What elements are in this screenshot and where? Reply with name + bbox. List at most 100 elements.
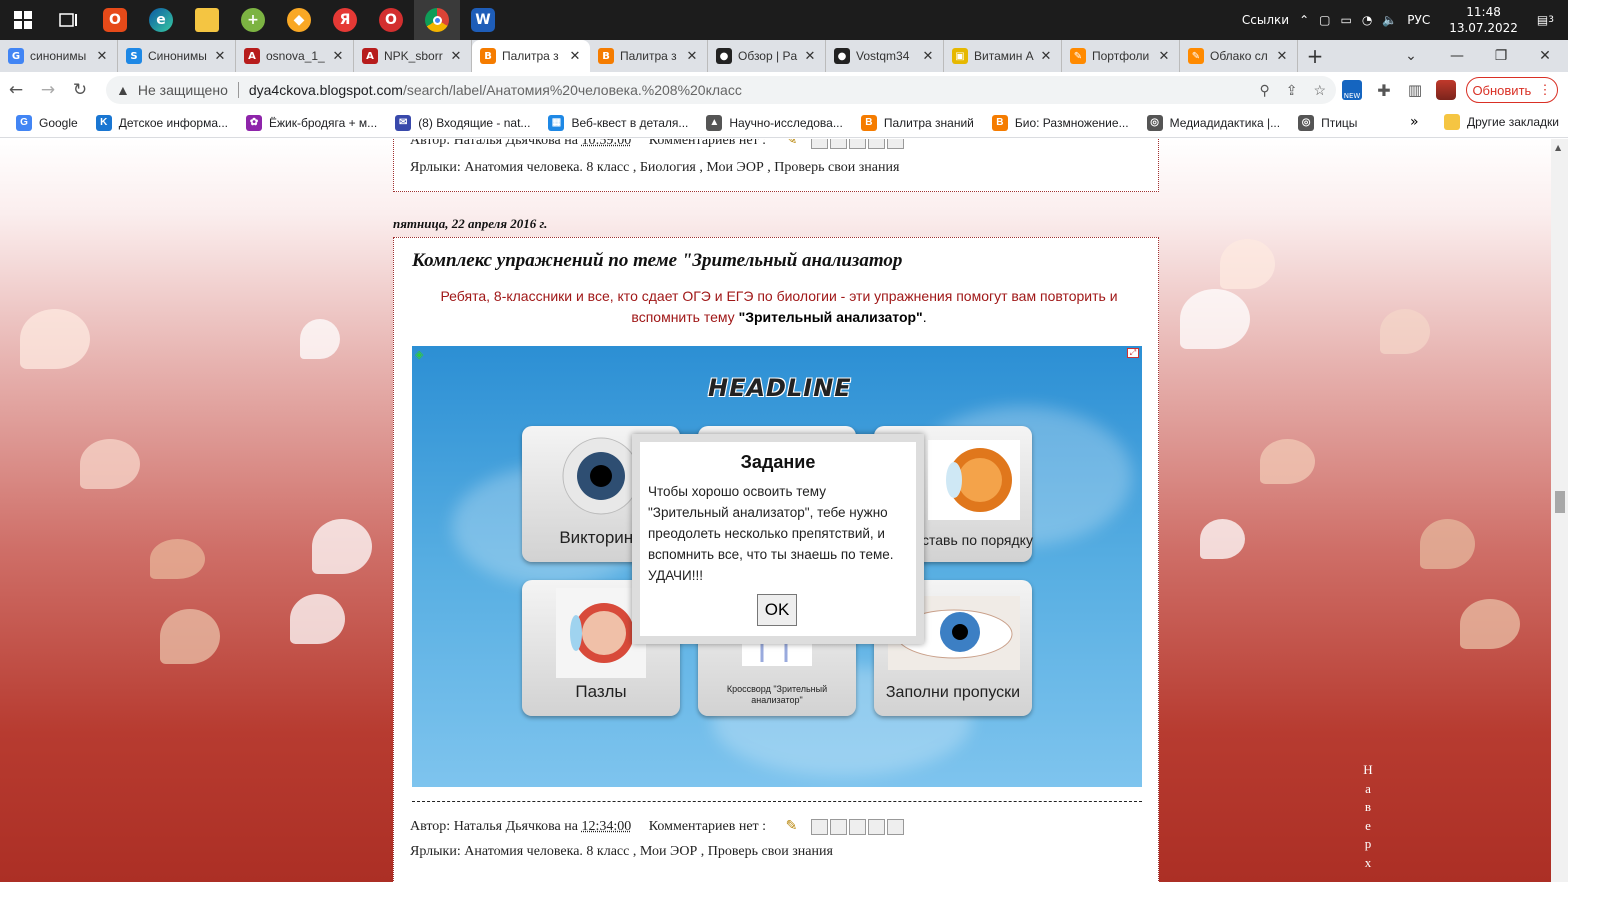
- chevron-up-icon[interactable]: ⌃: [1294, 13, 1314, 27]
- close-icon[interactable]: ✕: [1039, 49, 1053, 64]
- tab-8[interactable]: ▣ Витамин А ✕: [944, 40, 1062, 72]
- windows-start-icon[interactable]: [0, 0, 46, 40]
- bookmark-item[interactable]: B Био: Размножение...: [991, 114, 1129, 131]
- pinterest-share-icon[interactable]: [886, 818, 904, 835]
- bookmark-item[interactable]: G Google: [16, 114, 78, 131]
- blogger-share-icon[interactable]: [829, 139, 847, 149]
- bookmark-star-icon[interactable]: ☆: [1313, 82, 1326, 99]
- close-icon[interactable]: ✕: [685, 49, 699, 64]
- close-icon[interactable]: ✕: [331, 49, 345, 64]
- tab-10[interactable]: ✎ Облако сл ✕: [1180, 40, 1298, 72]
- edit-pencil-icon[interactable]: ✎: [786, 139, 798, 148]
- maximize-icon[interactable]: ❐: [1478, 40, 1524, 72]
- chevron-down-icon[interactable]: ⌄: [1388, 40, 1434, 72]
- side-panel-icon[interactable]: ▥: [1403, 78, 1427, 102]
- post-title[interactable]: Комплекс упражнений по теме "Зрительный …: [412, 250, 902, 272]
- facebook-share-icon[interactable]: [867, 818, 885, 835]
- tab-2[interactable]: Aosnova_1_ ✕: [236, 40, 354, 72]
- volume-icon[interactable]: 🔈: [1377, 13, 1402, 27]
- close-icon[interactable]: ✕: [213, 49, 227, 64]
- close-icon[interactable]: ✕: [568, 49, 582, 64]
- bookmark-item[interactable]: ✉ (8) Входящие - nat...: [395, 114, 530, 131]
- tab-3[interactable]: A NPK_sborr ✕: [354, 40, 472, 72]
- scroll-to-top-link[interactable]: Наверх: [1362, 761, 1374, 872]
- security-label[interactable]: Не защищено: [138, 82, 228, 98]
- clock[interactable]: 11:48 13.07.2022: [1435, 4, 1532, 36]
- webcam-icon[interactable]: ▢: [1314, 13, 1335, 27]
- close-icon[interactable]: ✕: [921, 49, 935, 64]
- wifi-icon[interactable]: ◔: [1357, 13, 1377, 27]
- tab-4[interactable]: B Палитра з ✕: [472, 40, 590, 72]
- close-icon[interactable]: ✕: [449, 49, 463, 64]
- back-arrow-icon[interactable]: ←: [0, 72, 32, 108]
- labels-links[interactable]: Анатомия человека. 8 класс , Мои ЭОР , П…: [464, 844, 833, 859]
- battery-icon[interactable]: ▭: [1335, 13, 1356, 27]
- word-icon[interactable]: W: [460, 0, 506, 40]
- blogger-share-icon[interactable]: [829, 818, 847, 835]
- comments-link[interactable]: Комментариев нет :: [649, 819, 766, 834]
- reload-icon[interactable]: ↻: [64, 72, 96, 108]
- bookmark-item[interactable]: B Палитра знаний: [860, 114, 974, 131]
- bookmark-item[interactable]: ◎ Птицы: [1298, 114, 1357, 131]
- chrome-icon[interactable]: [414, 0, 460, 40]
- help-icon[interactable]: ◈: [415, 348, 423, 361]
- address-bar[interactable]: ▲ Не защищено dya4ckova.blogspot.com /se…: [106, 76, 1336, 104]
- twitter-share-icon[interactable]: [848, 139, 866, 149]
- plus-app-icon[interactable]: +: [230, 0, 276, 40]
- ok-button[interactable]: OK: [757, 594, 797, 626]
- new-tab-button[interactable]: +: [1298, 40, 1332, 72]
- email-share-icon[interactable]: [810, 818, 828, 835]
- avatar[interactable]: [1434, 78, 1458, 102]
- links-toolbar[interactable]: Ссылки: [1237, 13, 1294, 27]
- scrollbar[interactable]: ▲: [1551, 139, 1568, 882]
- close-window-icon[interactable]: ✕: [1522, 40, 1568, 72]
- twitter-share-icon[interactable]: [848, 818, 866, 835]
- tab-7[interactable]: ● Vostqm34 ✕: [826, 40, 944, 72]
- task-view-icon[interactable]: [46, 0, 92, 40]
- bookmark-item[interactable]: ▲ Научно-исследова...: [706, 114, 843, 131]
- fullscreen-icon[interactable]: ⤢: [1127, 348, 1139, 358]
- office-icon[interactable]: O: [92, 0, 138, 40]
- tab-6[interactable]: ● Обзор | Pa ✕: [708, 40, 826, 72]
- opera-icon[interactable]: O: [368, 0, 414, 40]
- tab-9[interactable]: ✎ Портфоли ✕: [1062, 40, 1180, 72]
- bookmark-item[interactable]: K Детское информа...: [95, 114, 228, 131]
- minimize-icon[interactable]: —: [1434, 40, 1480, 72]
- notification-icon[interactable]: ▤ 3: [1532, 13, 1568, 27]
- pinterest-share-icon[interactable]: [886, 139, 904, 149]
- edge-icon[interactable]: e: [138, 0, 184, 40]
- close-icon[interactable]: ✕: [1157, 49, 1171, 64]
- tab-0[interactable]: Gсинонимы ✕: [0, 40, 118, 72]
- scroll-thumb[interactable]: [1555, 491, 1565, 513]
- facebook-share-icon[interactable]: [867, 139, 885, 149]
- comments-link[interactable]: Комментариев нет :: [649, 139, 766, 148]
- tab-5[interactable]: B Палитра з ✕: [590, 40, 708, 72]
- language-indicator[interactable]: РУС: [1402, 13, 1435, 27]
- bookmark-item[interactable]: ▦ Веб-квест в деталя...: [548, 114, 688, 131]
- close-icon[interactable]: ✕: [95, 49, 109, 64]
- warning-icon[interactable]: ▲: [116, 82, 130, 98]
- update-button[interactable]: Обновить ⋮: [1466, 77, 1558, 103]
- email-share-icon[interactable]: [810, 139, 828, 149]
- learningapps-embed[interactable]: ◈ ⤢ HEADLINE Викторина ставь по порядку …: [412, 346, 1142, 787]
- bookmark-item[interactable]: ✿ Ёжик-бродяга + м...: [246, 114, 377, 131]
- bookmark-item[interactable]: ◎ Медиадидактика |...: [1146, 114, 1280, 131]
- new-extension-icon[interactable]: NEW: [1340, 78, 1364, 102]
- labels-links[interactable]: Анатомия человека. 8 класс , Биология , …: [464, 160, 899, 175]
- file-explorer-icon[interactable]: [184, 0, 230, 40]
- scroll-up-arrow-icon[interactable]: ▲: [1555, 143, 1561, 152]
- edit-pencil-icon[interactable]: ✎: [786, 819, 798, 834]
- yandex-icon[interactable]: Я: [322, 0, 368, 40]
- tab-1[interactable]: S Синонимы ✕: [118, 40, 236, 72]
- bookmarks-overflow-button[interactable]: »: [1410, 114, 1419, 130]
- other-bookmarks-folder[interactable]: Другие закладки: [1444, 114, 1559, 130]
- shield-browser-icon[interactable]: ◆: [276, 0, 322, 40]
- zoom-icon[interactable]: ⚲: [1259, 82, 1269, 99]
- post-time-link[interactable]: 10:59:00: [581, 139, 631, 148]
- post-time-link[interactable]: 12:34:00: [581, 819, 631, 834]
- close-icon[interactable]: ✕: [803, 49, 817, 64]
- forward-arrow-icon[interactable]: →: [32, 72, 64, 108]
- extensions-puzzle-icon[interactable]: ✚: [1372, 78, 1396, 102]
- share-icon[interactable]: ⇪: [1286, 82, 1298, 99]
- close-icon[interactable]: ✕: [1275, 49, 1289, 64]
